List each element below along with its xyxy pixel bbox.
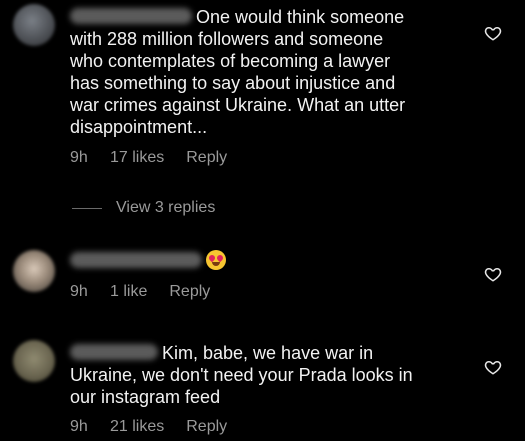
timestamp: 9h (70, 149, 88, 166)
comment-meta: 9h 21 likes Reply (70, 418, 227, 436)
avatar[interactable] (13, 340, 55, 382)
likes-count[interactable]: 21 likes (110, 418, 164, 436)
divider-line (72, 207, 102, 209)
username-blurred[interactable] (70, 8, 192, 24)
comment-text (70, 250, 470, 272)
likes-count[interactable]: 17 likes (110, 149, 164, 167)
comment-text: One would think someone with 288 million… (70, 6, 470, 138)
avatar[interactable] (13, 4, 55, 46)
timestamp: 9h (70, 418, 88, 435)
comment-text: Kim, babe, we have war in Ukraine, we do… (70, 342, 470, 408)
heart-outline-icon[interactable] (484, 24, 502, 42)
username-blurred[interactable] (70, 252, 202, 268)
timestamp: 9h (70, 283, 88, 300)
reply-button[interactable]: Reply (186, 418, 227, 436)
comment-meta: 9h 17 likes Reply (70, 149, 227, 167)
heart-outline-icon[interactable] (484, 358, 502, 376)
comment-body: One would think someone with 288 million… (70, 7, 406, 137)
reply-button[interactable]: Reply (186, 149, 227, 167)
avatar[interactable] (13, 250, 55, 292)
heart-eyes-emoji-icon (206, 250, 226, 270)
comment-meta: 9h 1 like Reply (70, 283, 210, 301)
view-replies-button[interactable]: View 3 replies (72, 199, 215, 217)
comments-screen: One would think someone with 288 million… (0, 0, 525, 441)
reply-button[interactable]: Reply (169, 283, 210, 301)
heart-outline-icon[interactable] (484, 265, 502, 283)
view-replies-label: View 3 replies (116, 199, 216, 216)
username-blurred[interactable] (70, 344, 158, 360)
likes-count[interactable]: 1 like (110, 283, 147, 301)
